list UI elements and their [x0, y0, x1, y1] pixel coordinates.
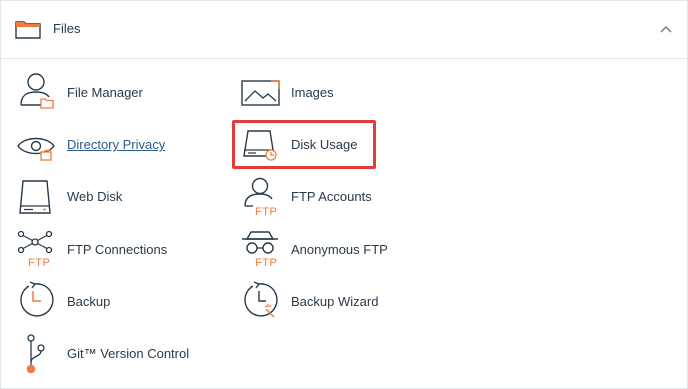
backup-wizard-label: Backup Wizard — [291, 294, 379, 309]
anonymous-ftp-label: Anonymous FTP — [291, 242, 388, 257]
files-section-header[interactable]: Files — [1, 1, 687, 59]
ftp-connections-icon: FTP — [17, 228, 61, 272]
images-link[interactable]: Images — [241, 71, 441, 115]
ftp-accounts-link[interactable]: FTP FTP Accounts — [241, 175, 441, 219]
folder-icon — [15, 19, 41, 39]
svg-text:FTP: FTP — [255, 206, 277, 218]
section-title: Files — [53, 21, 81, 36]
ftp-connections-link[interactable]: FTP FTP Connections — [17, 228, 217, 272]
file-manager-label: File Manager — [67, 85, 143, 100]
directory-privacy-link[interactable]: Directory Privacy — [17, 123, 217, 167]
backup-icon — [17, 280, 61, 324]
anonymous-ftp-link[interactable]: FTP Anonymous FTP — [241, 228, 441, 272]
backup-wizard-icon — [241, 280, 285, 324]
directory-privacy-label: Directory Privacy — [67, 137, 166, 152]
ftp-connections-label: FTP Connections — [67, 242, 168, 257]
git-version-control-label: Git™ Version Control — [67, 346, 190, 361]
web-disk-link[interactable]: Web Disk — [17, 175, 217, 219]
backup-label: Backup — [67, 294, 111, 309]
files-panel: Files File Manager Images Directory Priv… — [0, 0, 688, 389]
backup-wizard-link[interactable]: Backup Wizard — [241, 280, 441, 324]
svg-text:FTP: FTP — [28, 257, 50, 269]
images-icon — [241, 71, 285, 115]
web-disk-icon — [17, 175, 61, 219]
disk-usage-highlight — [232, 120, 376, 169]
directory-privacy-icon — [17, 123, 61, 167]
web-disk-label: Web Disk — [67, 189, 123, 204]
file-manager-link[interactable]: File Manager — [17, 71, 217, 115]
chevron-up-icon[interactable] — [659, 23, 673, 37]
images-label: Images — [291, 85, 334, 100]
git-version-control-link[interactable]: Git™ Version Control — [17, 332, 217, 376]
anonymous-ftp-icon: FTP — [241, 228, 285, 272]
git-version-control-icon — [17, 332, 61, 376]
svg-text:FTP: FTP — [255, 257, 277, 269]
ftp-accounts-label: FTP Accounts — [291, 189, 372, 204]
ftp-accounts-icon: FTP — [241, 175, 285, 219]
file-manager-icon — [17, 71, 61, 115]
backup-link[interactable]: Backup — [17, 280, 217, 324]
